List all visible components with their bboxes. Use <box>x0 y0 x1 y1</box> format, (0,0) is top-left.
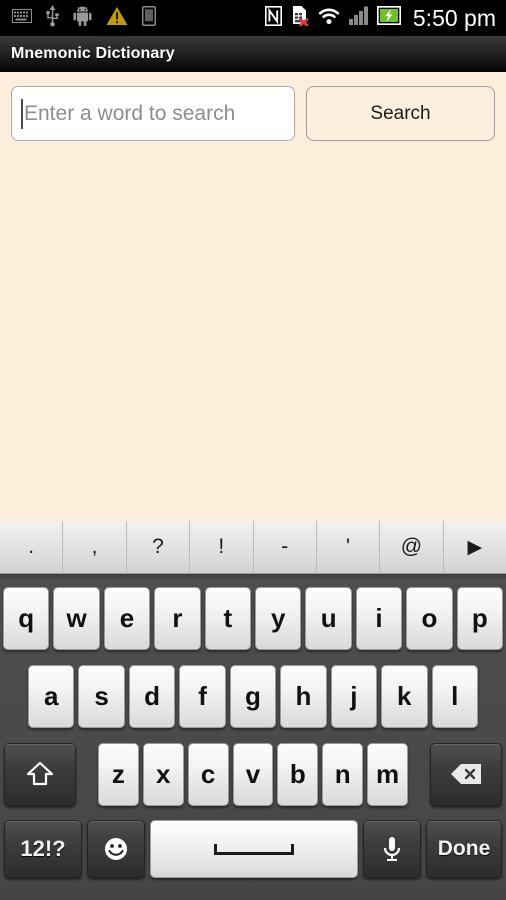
status-bar-clock: 5:50 pm <box>412 4 496 31</box>
status-bar-right-icons: 5:50 pm <box>264 4 496 31</box>
android-icon <box>73 6 92 31</box>
device-icon <box>141 5 157 31</box>
space-key[interactable] <box>150 820 358 878</box>
key-i[interactable]: i <box>355 586 403 650</box>
exclamation-key[interactable]: ! <box>190 521 254 573</box>
key-f[interactable]: f <box>179 664 226 728</box>
search-input[interactable]: Enter a word to search <box>11 86 295 141</box>
smiley-icon <box>105 838 127 860</box>
key-l[interactable]: l <box>431 664 478 728</box>
search-button[interactable]: Search <box>306 86 495 141</box>
sim-card-missing-icon <box>291 5 309 31</box>
key-r[interactable]: r <box>154 586 201 650</box>
at-key[interactable]: @ <box>380 521 444 573</box>
nfc-icon <box>264 5 282 31</box>
keyboard-row-1: q w e r t y u i o p <box>0 579 506 657</box>
key-p[interactable]: p <box>456 586 504 650</box>
key-k[interactable]: k <box>381 664 428 728</box>
more-symbols-arrow-icon[interactable]: ▶ <box>444 521 506 573</box>
key-c[interactable]: c <box>187 742 229 806</box>
battery-charging-icon <box>376 5 401 30</box>
key-o[interactable]: o <box>406 586 453 650</box>
key-j[interactable]: j <box>330 664 378 728</box>
key-w[interactable]: w <box>53 586 100 650</box>
done-key[interactable]: Done <box>426 820 502 878</box>
microphone-icon <box>383 837 401 861</box>
apostrophe-key[interactable]: ' <box>317 521 381 573</box>
emoji-key[interactable] <box>87 820 145 878</box>
symbols-key[interactable]: 12!? <box>4 820 82 878</box>
on-screen-keyboard: . , ? ! - ' @ ▶ q w e r t y u i o p a s … <box>0 521 506 900</box>
key-d[interactable]: d <box>128 664 176 728</box>
keyboard-punctuation-strip: . , ? ! - ' @ ▶ <box>0 521 506 574</box>
keyboard-row-3: z x c v b n m <box>0 735 506 813</box>
shift-arrow-icon <box>26 761 54 786</box>
key-s[interactable]: s <box>78 664 125 728</box>
period-key[interactable]: . <box>0 521 64 573</box>
key-m[interactable]: m <box>367 742 409 806</box>
search-input-placeholder: Enter a word to search <box>24 101 236 125</box>
backspace-key[interactable] <box>430 742 503 806</box>
spacebar-marker-icon <box>214 843 294 855</box>
keyboard-row-2: a s d f g h j k l <box>0 657 506 735</box>
key-q[interactable]: q <box>3 586 50 650</box>
cellular-signal-icon <box>348 6 368 30</box>
keyboard-icon <box>12 8 32 28</box>
key-a[interactable]: a <box>28 664 75 728</box>
key-x[interactable]: x <box>142 742 184 806</box>
shift-key[interactable] <box>4 742 76 806</box>
hyphen-key[interactable]: - <box>254 521 317 573</box>
voice-input-key[interactable] <box>363 820 421 878</box>
wifi-icon <box>318 7 340 30</box>
key-y[interactable]: y <box>255 586 302 650</box>
comma-key[interactable]: , <box>63 521 127 573</box>
key-t[interactable]: t <box>204 586 252 650</box>
keyboard-row-4: 12!? Done <box>0 813 506 885</box>
status-bar-left-icons <box>12 4 157 32</box>
key-e[interactable]: e <box>103 586 151 650</box>
page-title: Mnemonic Dictionary <box>11 44 175 62</box>
main-content: Enter a word to search Search <box>0 73 506 521</box>
status-bar: 5:50 pm <box>0 0 506 36</box>
key-v[interactable]: v <box>232 742 274 806</box>
app-title-bar: Mnemonic Dictionary <box>0 36 506 72</box>
key-h[interactable]: h <box>280 664 327 728</box>
usb-icon <box>46 4 59 32</box>
key-g[interactable]: g <box>229 664 277 728</box>
backspace-icon <box>451 764 482 784</box>
warning-icon <box>106 6 128 31</box>
key-u[interactable]: u <box>305 586 352 650</box>
key-b[interactable]: b <box>277 742 319 806</box>
search-row: Enter a word to search Search <box>0 73 506 141</box>
key-n[interactable]: n <box>322 742 364 806</box>
text-caret <box>21 98 23 129</box>
question-key[interactable]: ? <box>127 521 191 573</box>
key-z[interactable]: z <box>98 742 139 806</box>
phone-screen: 5:50 pm Mnemonic Dictionary Enter a word… <box>0 0 506 900</box>
